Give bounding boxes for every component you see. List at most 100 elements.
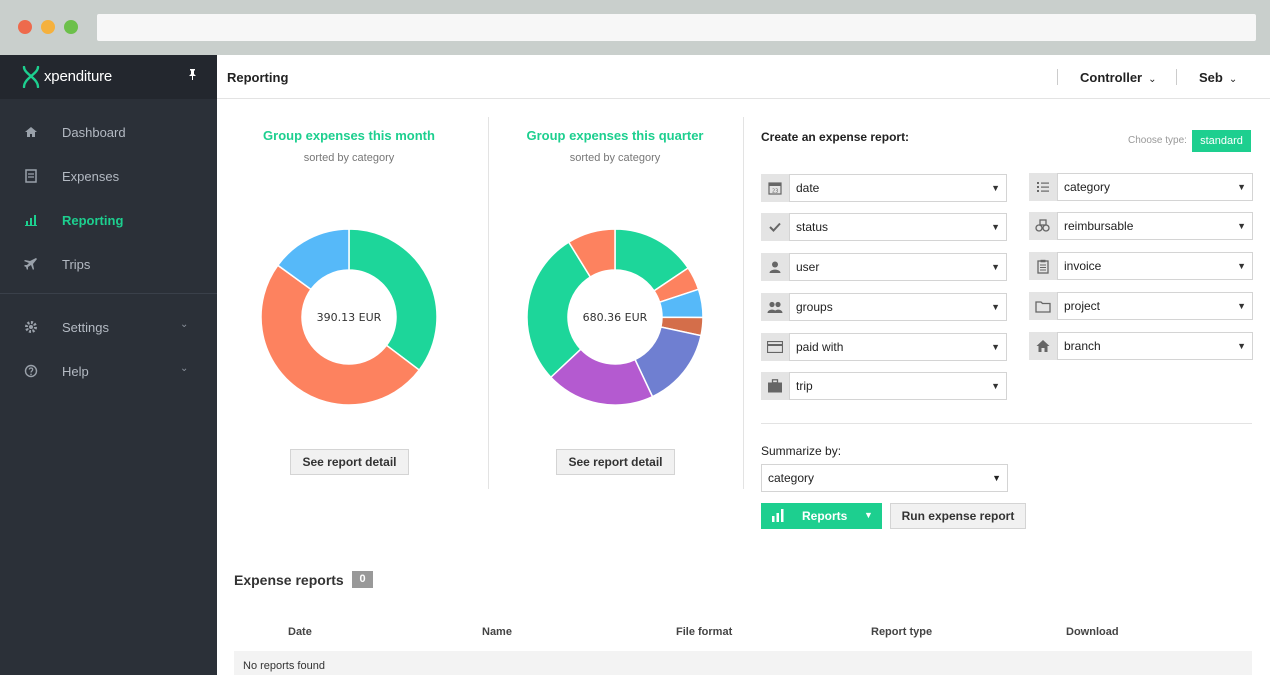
filter-project-select[interactable]: project ▼ xyxy=(1057,292,1253,320)
panel-divider xyxy=(488,117,489,489)
column-header-date[interactable]: Date xyxy=(288,626,312,638)
dropdown-arrow-icon: ▼ xyxy=(991,381,1000,391)
role-menu[interactable]: Controller ⌄ xyxy=(1080,70,1157,85)
filter-invoice[interactable]: invoice ▼ xyxy=(1029,252,1253,280)
filter-category-select[interactable]: category ▼ xyxy=(1057,173,1253,201)
filter-groups-select[interactable]: groups ▼ xyxy=(789,293,1007,321)
top-bar: Reporting Controller ⌄ Seb ⌄ xyxy=(217,55,1270,99)
report-type-badge[interactable]: standard xyxy=(1192,130,1251,152)
column-header-report-type[interactable]: Report type xyxy=(871,626,932,638)
filter-paid-with-label: paid with xyxy=(796,340,844,354)
money-icon xyxy=(1029,212,1057,240)
filter-reimbursable[interactable]: reimbursable ▼ xyxy=(1029,212,1253,240)
bar-chart-icon xyxy=(25,215,37,226)
xpenditure-logo-icon xyxy=(22,66,40,88)
filter-reimbursable-label: reimbursable xyxy=(1064,219,1134,233)
filter-paid-with-select[interactable]: paid with ▼ xyxy=(789,333,1007,361)
chart-subtitle-month: sorted by category xyxy=(303,152,395,164)
sidebar-item-dashboard[interactable]: Dashboard xyxy=(0,117,217,147)
sidebar-item-label: Expenses xyxy=(62,169,120,184)
calendar-icon: 23 xyxy=(761,174,789,202)
sidebar-item-help[interactable]: Help ⌄ xyxy=(0,356,217,386)
dropdown-arrow-icon: ▼ xyxy=(1237,341,1246,351)
sidebar-item-label: Help xyxy=(62,364,89,379)
filter-project[interactable]: project ▼ xyxy=(1029,292,1253,320)
filter-trip[interactable]: trip ▼ xyxy=(761,372,1007,400)
user-menu[interactable]: Seb ⌄ xyxy=(1199,70,1237,85)
maximize-window-button[interactable] xyxy=(64,20,78,34)
address-bar[interactable] xyxy=(97,14,1256,41)
close-window-button[interactable] xyxy=(18,20,32,34)
filter-project-label: project xyxy=(1064,299,1101,313)
topbar-divider xyxy=(1057,69,1058,85)
filter-status[interactable]: status ▼ xyxy=(761,213,1007,241)
filter-groups[interactable]: groups ▼ xyxy=(761,293,1007,321)
filter-date-select[interactable]: date ▼ xyxy=(789,174,1007,202)
report-form-title: Create an expense report: xyxy=(761,130,910,144)
donut-total-quarter: 680.36 EUR xyxy=(582,311,648,324)
check-icon xyxy=(761,213,789,241)
filter-user-select[interactable]: user ▼ xyxy=(789,253,1007,281)
filter-user[interactable]: user ▼ xyxy=(761,253,1007,281)
summarize-select[interactable]: category ▼ xyxy=(761,464,1008,492)
dropdown-arrow-icon: ▼ xyxy=(1237,182,1246,192)
users-icon xyxy=(761,293,789,321)
sidebar-item-reporting[interactable]: Reporting xyxy=(0,205,217,235)
expense-reports-title: Expense reports xyxy=(234,572,344,588)
see-report-detail-button-month[interactable]: See report detail xyxy=(290,449,409,475)
building-icon xyxy=(1029,332,1057,360)
filter-user-label: user xyxy=(796,260,820,274)
filter-reimbursable-select[interactable]: reimbursable ▼ xyxy=(1057,212,1253,240)
filter-invoice-select[interactable]: invoice ▼ xyxy=(1057,252,1253,280)
dropdown-arrow-icon: ▼ xyxy=(1237,221,1246,231)
user-icon xyxy=(761,253,789,281)
see-report-detail-button-quarter[interactable]: See report detail xyxy=(556,449,675,475)
sidebar-item-label: Dashboard xyxy=(62,125,126,140)
sidebar-item-label: Settings xyxy=(62,320,109,335)
topbar-divider xyxy=(1176,69,1177,85)
filter-branch[interactable]: branch ▼ xyxy=(1029,332,1253,360)
filter-status-label: status xyxy=(796,220,829,234)
credit-card-icon xyxy=(761,333,789,361)
chevron-down-icon: ⌄ xyxy=(1148,74,1157,85)
summarize-value: category xyxy=(768,471,815,485)
svg-text:23: 23 xyxy=(772,189,778,195)
sidebar-item-settings[interactable]: Settings ⌄ xyxy=(0,312,217,342)
sidebar-item-expenses[interactable]: Expenses xyxy=(0,161,217,191)
receipt-icon xyxy=(25,169,37,183)
filter-category[interactable]: category ▼ xyxy=(1029,173,1253,201)
dropdown-arrow-icon: ▼ xyxy=(991,262,1000,272)
help-icon xyxy=(24,364,38,378)
filter-category-label: category xyxy=(1064,180,1111,194)
role-menu-label: Controller xyxy=(1080,70,1143,85)
page-title: Reporting xyxy=(227,70,289,85)
sidebar-item-trips[interactable]: Trips xyxy=(0,249,217,279)
chart-title-quarter: Group expenses this quarter xyxy=(526,128,704,143)
month-slice-1[interactable] xyxy=(348,228,438,372)
brand-name: xpenditure xyxy=(44,68,113,85)
reports-button[interactable]: Reports ▼ xyxy=(761,503,882,529)
minimize-window-button[interactable] xyxy=(41,20,55,34)
filter-trip-label: trip xyxy=(796,379,813,393)
choose-type-label: Choose type: xyxy=(1128,135,1187,146)
column-header-name[interactable]: Name xyxy=(482,626,512,638)
dropdown-arrow-icon[interactable]: ▼ xyxy=(864,510,873,520)
filter-paid-with[interactable]: paid with ▼ xyxy=(761,333,1007,361)
run-expense-report-button[interactable]: Run expense report xyxy=(890,503,1026,529)
home-icon xyxy=(25,127,37,137)
column-header-download[interactable]: Download xyxy=(1066,626,1119,638)
filter-status-select[interactable]: status ▼ xyxy=(789,213,1007,241)
gear-icon xyxy=(25,321,37,333)
column-header-file-format[interactable]: File format xyxy=(676,626,732,638)
pin-icon[interactable] xyxy=(188,69,197,83)
filter-trip-select[interactable]: trip ▼ xyxy=(789,372,1007,400)
dropdown-arrow-icon: ▼ xyxy=(1237,301,1246,311)
filter-date[interactable]: 23 date ▼ xyxy=(761,174,1007,202)
chevron-down-icon: ⌄ xyxy=(180,319,189,330)
dropdown-arrow-icon: ▼ xyxy=(991,302,1000,312)
brand-bar: xpenditure xyxy=(0,55,217,99)
list-icon xyxy=(1029,173,1057,201)
suitcase-icon xyxy=(761,372,789,400)
filter-branch-select[interactable]: branch ▼ xyxy=(1057,332,1253,360)
sidebar-item-label: Reporting xyxy=(62,213,124,228)
